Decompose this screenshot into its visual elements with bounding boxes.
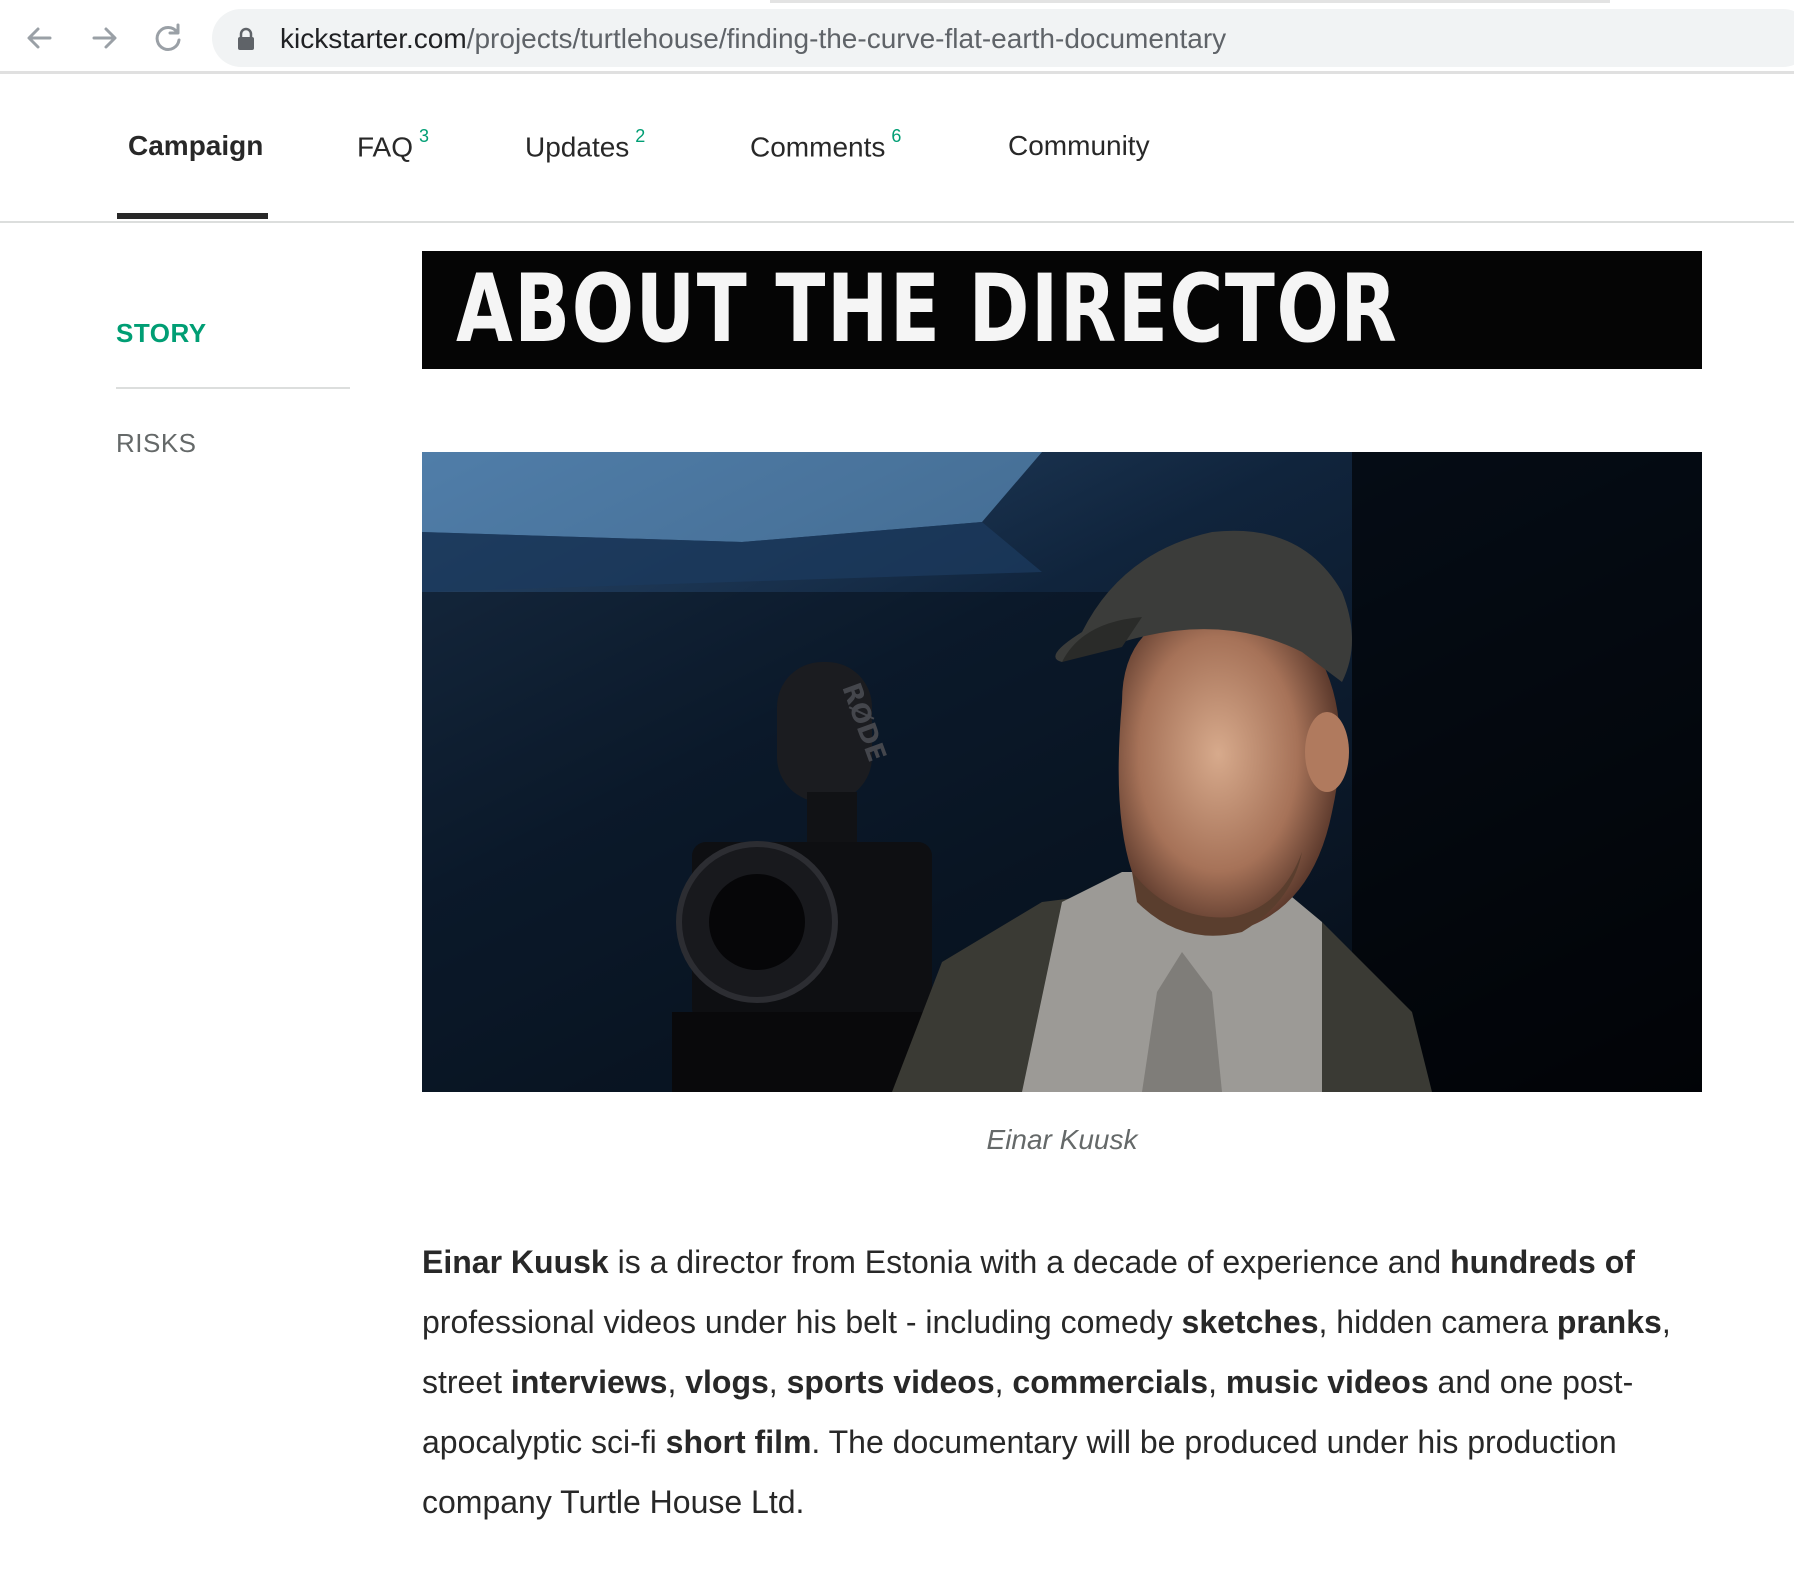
tab-faq-label: FAQ bbox=[357, 131, 414, 163]
tab-faq-count: 3 bbox=[419, 126, 430, 146]
bio-bold-text: sports videos bbox=[786, 1364, 995, 1400]
photo-caption: Einar Kuusk bbox=[986, 1124, 1138, 1155]
active-tab-indicator bbox=[117, 213, 268, 219]
tab-strip-edge bbox=[770, 0, 1610, 3]
tab-comments-label: Comments bbox=[750, 131, 886, 163]
back-button[interactable] bbox=[20, 18, 60, 58]
tab-community[interactable]: Community bbox=[1008, 130, 1150, 162]
bio-bold-text: vlogs bbox=[685, 1364, 769, 1400]
tab-updates-label: Updates bbox=[525, 131, 630, 163]
director-photo: RØDE bbox=[422, 452, 1702, 1092]
bio-bold-text: hundreds of bbox=[1450, 1244, 1635, 1280]
sidebar-divider bbox=[116, 387, 350, 389]
tab-comments[interactable]: Comments 6 bbox=[750, 126, 901, 163]
tab-updates-count: 2 bbox=[635, 126, 646, 146]
tab-comments-count: 6 bbox=[891, 126, 902, 146]
arrow-left-icon bbox=[27, 27, 52, 49]
bio-bold-text: Einar Kuusk bbox=[422, 1244, 609, 1280]
tab-faq[interactable]: FAQ 3 bbox=[357, 126, 429, 163]
sidebar-item-risks[interactable]: RISKS bbox=[116, 428, 197, 459]
bio-bold-text: interviews bbox=[510, 1364, 668, 1400]
section-banner: ABOUT THE DIRECTOR bbox=[422, 251, 1702, 369]
project-tabs: Campaign FAQ 3 Updates 2 Comments 6 Communi… bbox=[0, 77, 1794, 223]
bio-bold-text: short film bbox=[665, 1424, 812, 1460]
bio-text: , bbox=[1208, 1364, 1226, 1400]
director-bio-paragraph: Einar Kuusk is a director from Estonia w… bbox=[422, 1232, 1712, 1532]
bio-bold-text: music videos bbox=[1225, 1364, 1429, 1400]
tab-campaign-label: Campaign bbox=[128, 130, 264, 161]
bio-text: , bbox=[667, 1364, 686, 1400]
bio-text: , hidden camera bbox=[1318, 1304, 1557, 1340]
bio-text: , bbox=[768, 1364, 787, 1400]
lock-icon bbox=[238, 27, 254, 50]
reload-button[interactable] bbox=[148, 18, 188, 58]
tab-community-label: Community bbox=[1008, 130, 1150, 161]
forward-button[interactable] bbox=[84, 18, 124, 58]
banner-heading: ABOUT THE DIRECTOR bbox=[456, 255, 1399, 364]
tab-campaign[interactable]: Campaign bbox=[128, 130, 263, 162]
reload-icon bbox=[155, 23, 181, 51]
bio-text: professional videos under his belt - inc… bbox=[422, 1304, 1182, 1340]
bio-bold-text: pranks bbox=[1556, 1304, 1662, 1340]
url-path: /projects/turtlehouse/finding-the-curve-… bbox=[466, 23, 1227, 54]
address-url[interactable]: kickstarter.com/projects/turtlehouse/fin… bbox=[280, 23, 1226, 55]
bio-text: , bbox=[994, 1364, 1013, 1400]
bio-bold-text: commercials bbox=[1012, 1364, 1209, 1400]
url-host: kickstarter.com bbox=[280, 23, 467, 54]
director-photo-illustration: RØDE bbox=[422, 452, 1702, 1092]
bio-text: is a director from Estonia with a decade… bbox=[608, 1244, 1451, 1280]
sidebar-item-story[interactable]: STORY bbox=[116, 318, 207, 349]
tab-updates[interactable]: Updates 2 bbox=[525, 126, 645, 163]
address-bar[interactable]: kickstarter.com/projects/turtlehouse/fin… bbox=[212, 9, 1794, 67]
browser-toolbar: kickstarter.com/projects/turtlehouse/fin… bbox=[0, 0, 1794, 74]
bio-bold-text: sketches bbox=[1181, 1304, 1319, 1340]
arrow-right-icon bbox=[92, 27, 117, 49]
